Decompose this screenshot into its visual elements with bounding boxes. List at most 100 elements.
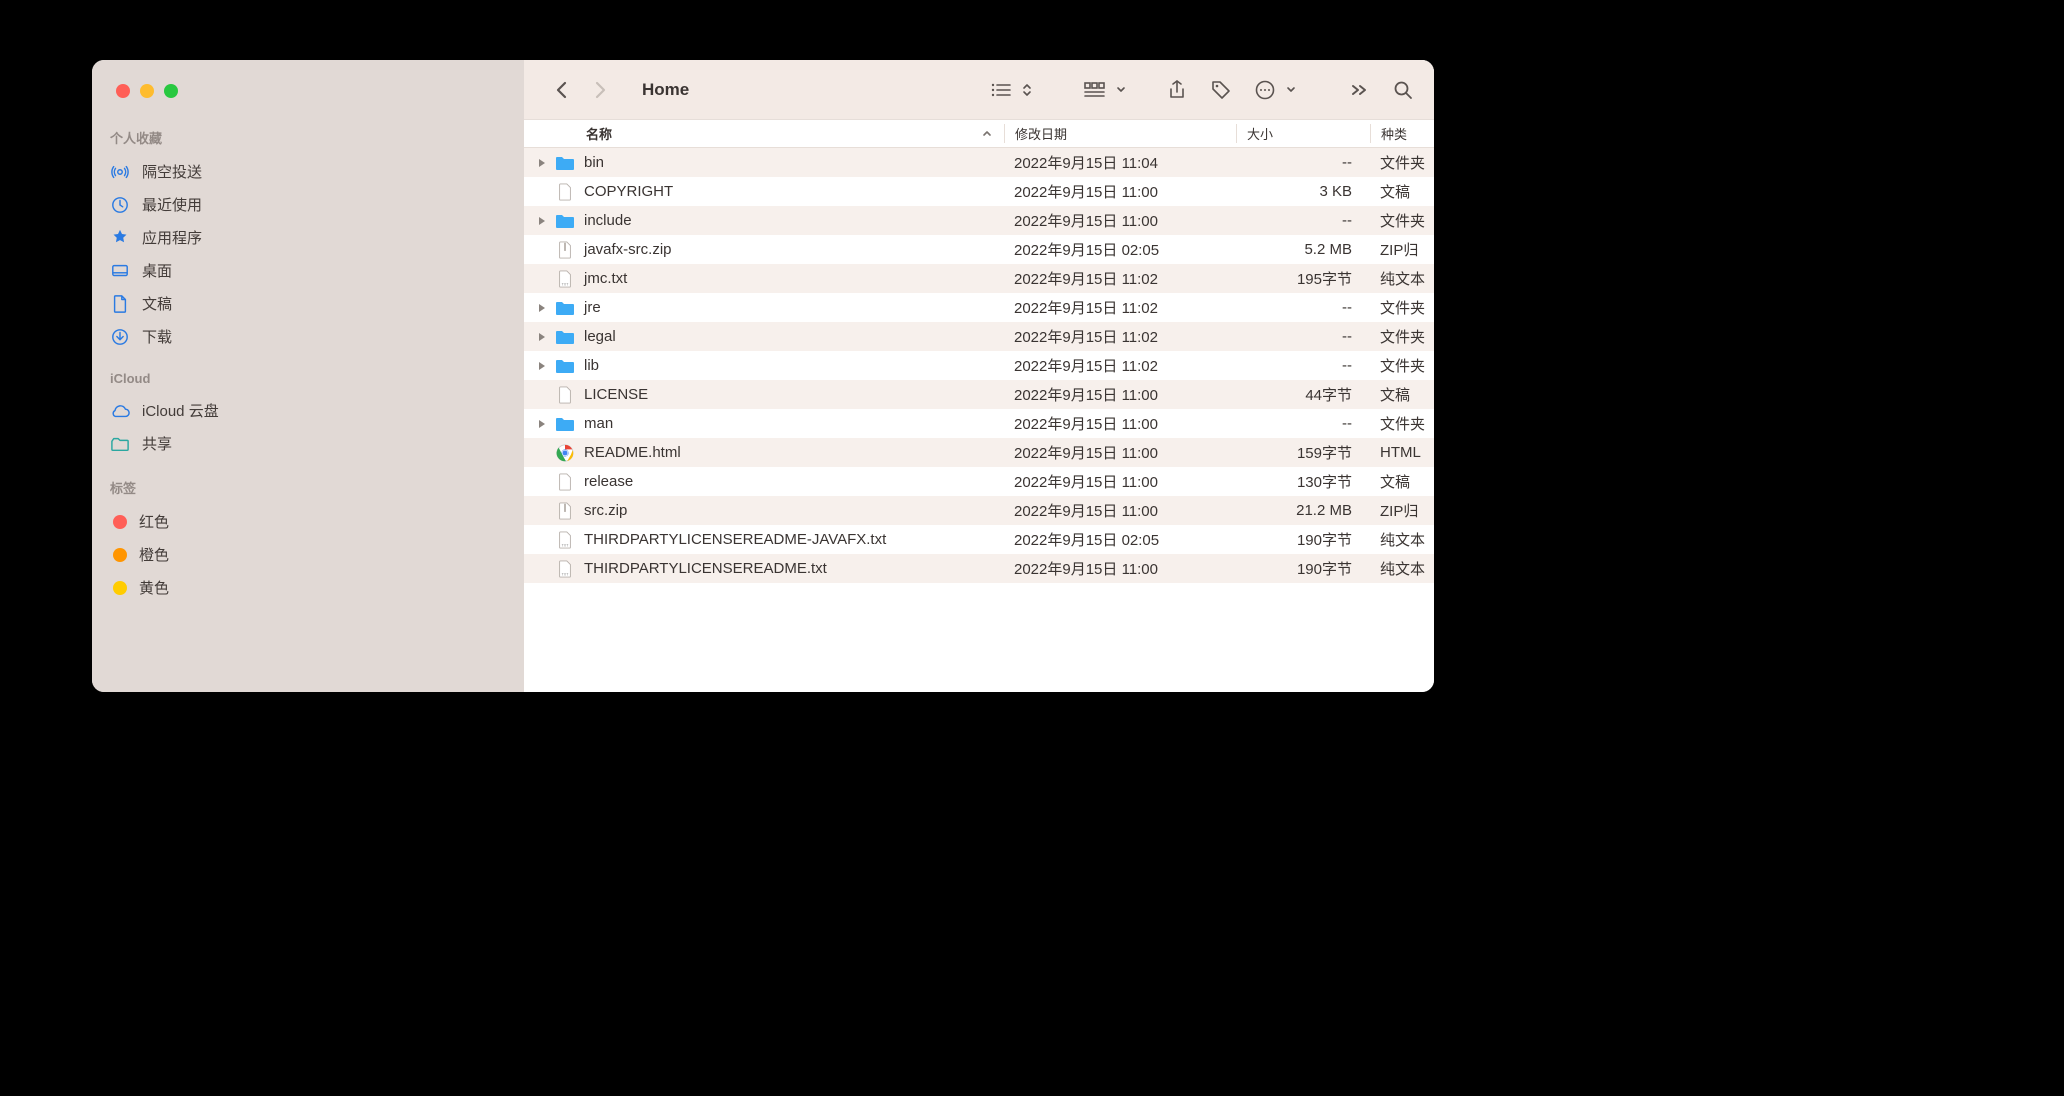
- folder-icon: [554, 355, 576, 377]
- file-row[interactable]: legal2022年9月15日 11:02--文件夹: [524, 322, 1434, 351]
- file-row[interactable]: COPYRIGHT2022年9月15日 11:003 KB文稿: [524, 177, 1434, 206]
- zip-icon: [554, 500, 576, 522]
- ellipsis-circle-icon: [1248, 74, 1282, 106]
- sort-caret-icon: [982, 130, 992, 138]
- disclosure-triangle[interactable]: [524, 419, 546, 429]
- sidebar-item-label: 隔空投送: [142, 161, 202, 182]
- sidebar-item[interactable]: 隔空投送: [92, 155, 524, 188]
- file-row[interactable]: LICENSE2022年9月15日 11:0044字节文稿: [524, 380, 1434, 409]
- file-size: --: [1236, 212, 1370, 229]
- file-row[interactable]: TXTTHIRDPARTYLICENSEREADME-JAVAFX.txt202…: [524, 525, 1434, 554]
- file-date: 2022年9月15日 02:05: [1004, 529, 1236, 550]
- column-kind[interactable]: 种类: [1370, 124, 1434, 143]
- tag-color-dot: [113, 548, 127, 562]
- file-date: 2022年9月15日 11:00: [1004, 181, 1236, 202]
- tag-color-dot: [113, 581, 127, 595]
- sidebar-item-label: 黄色: [139, 577, 169, 598]
- file-date: 2022年9月15日 11:02: [1004, 355, 1236, 376]
- file-row[interactable]: TXTTHIRDPARTYLICENSEREADME.txt2022年9月15日…: [524, 554, 1434, 583]
- file-size: 21.2 MB: [1236, 502, 1370, 519]
- file-name: release: [584, 473, 633, 490]
- file-row[interactable]: README.html2022年9月15日 11:00159字节HTML: [524, 438, 1434, 467]
- file-row[interactable]: release2022年9月15日 11:00130字节文稿: [524, 467, 1434, 496]
- sidebar-item[interactable]: 应用程序: [92, 221, 524, 254]
- file-row[interactable]: javafx-src.zip2022年9月15日 02:055.2 MBZIP归: [524, 235, 1434, 264]
- file-kind: 文件夹: [1370, 413, 1434, 434]
- folder-icon: [554, 413, 576, 435]
- file-date: 2022年9月15日 11:00: [1004, 384, 1236, 405]
- file-kind: 文稿: [1370, 471, 1434, 492]
- zoom-button[interactable]: [164, 84, 178, 98]
- action-menu-button[interactable]: [1248, 74, 1298, 106]
- close-button[interactable]: [116, 84, 130, 98]
- file-row[interactable]: src.zip2022年9月15日 11:0021.2 MBZIP归: [524, 496, 1434, 525]
- file-name: javafx-src.zip: [584, 241, 672, 258]
- forward-button[interactable]: [586, 74, 614, 106]
- disclosure-triangle[interactable]: [524, 303, 546, 313]
- file-size: 44字节: [1236, 384, 1370, 405]
- toolbar: Home: [524, 60, 1434, 120]
- search-button[interactable]: [1386, 74, 1420, 106]
- column-name[interactable]: 名称: [586, 124, 1004, 143]
- window-controls: [92, 84, 524, 98]
- cloud-icon: [110, 401, 130, 421]
- sidebar-item[interactable]: 共享: [92, 427, 524, 460]
- view-mode-selector[interactable]: [984, 74, 1034, 106]
- folder-icon: [554, 297, 576, 319]
- file-name: man: [584, 415, 613, 432]
- disclosure-triangle[interactable]: [524, 158, 546, 168]
- sidebar-item[interactable]: 文稿: [92, 287, 524, 320]
- svg-text:TXT: TXT: [562, 282, 570, 286]
- file-name: LICENSE: [584, 386, 648, 403]
- file-date: 2022年9月15日 11:02: [1004, 297, 1236, 318]
- shared-icon: [110, 434, 130, 454]
- file-kind: 文件夹: [1370, 152, 1434, 173]
- chrome-icon: [554, 442, 576, 464]
- disclosure-triangle[interactable]: [524, 216, 546, 226]
- minimize-button[interactable]: [140, 84, 154, 98]
- file-name: README.html: [584, 444, 681, 461]
- file-date: 2022年9月15日 11:00: [1004, 471, 1236, 492]
- file-row[interactable]: include2022年9月15日 11:00--文件夹: [524, 206, 1434, 235]
- file-date: 2022年9月15日 11:00: [1004, 413, 1236, 434]
- file-kind: 文件夹: [1370, 326, 1434, 347]
- file-date: 2022年9月15日 11:00: [1004, 210, 1236, 231]
- file-kind: 文稿: [1370, 181, 1434, 202]
- file-row[interactable]: TXTjmc.txt2022年9月15日 11:02195字节纯文本: [524, 264, 1434, 293]
- sidebar-item[interactable]: 红色: [92, 505, 524, 538]
- file-kind: 纯文本: [1370, 268, 1434, 289]
- disclosure-triangle[interactable]: [524, 332, 546, 342]
- file-kind: 纯文本: [1370, 558, 1434, 579]
- file-size: --: [1236, 299, 1370, 316]
- sidebar-item[interactable]: 最近使用: [92, 188, 524, 221]
- sidebar-item[interactable]: 橙色: [92, 538, 524, 571]
- file-name: legal: [584, 328, 616, 345]
- txt-icon: TXT: [554, 268, 576, 290]
- sidebar-item[interactable]: iCloud 云盘: [92, 394, 524, 427]
- back-button[interactable]: [548, 74, 576, 106]
- column-date[interactable]: 修改日期: [1004, 124, 1236, 143]
- file-row[interactable]: jre2022年9月15日 11:02--文件夹: [524, 293, 1434, 322]
- sidebar-item[interactable]: 黄色: [92, 571, 524, 604]
- file-row[interactable]: man2022年9月15日 11:00--文件夹: [524, 409, 1434, 438]
- updown-caret-icon: [1020, 74, 1034, 106]
- sidebar-item[interactable]: 下载: [92, 320, 524, 353]
- column-size[interactable]: 大小: [1236, 124, 1370, 143]
- tag-button[interactable]: [1204, 74, 1238, 106]
- airdrop-icon: [110, 162, 130, 182]
- file-row[interactable]: lib2022年9月15日 11:02--文件夹: [524, 351, 1434, 380]
- sidebar-item-label: iCloud 云盘: [142, 400, 219, 421]
- group-by-button[interactable]: [1078, 74, 1128, 106]
- file-size: --: [1236, 357, 1370, 374]
- sidebar-item[interactable]: 桌面: [92, 254, 524, 287]
- file-name: lib: [584, 357, 599, 374]
- share-button[interactable]: [1160, 74, 1194, 106]
- file-kind: ZIP归: [1370, 239, 1434, 260]
- overflow-button[interactable]: [1342, 74, 1376, 106]
- file-row[interactable]: bin2022年9月15日 11:04--文件夹: [524, 148, 1434, 177]
- download-icon: [110, 327, 130, 347]
- file-size: 159字节: [1236, 442, 1370, 463]
- file-size: --: [1236, 328, 1370, 345]
- disclosure-triangle[interactable]: [524, 361, 546, 371]
- sidebar-item-label: 橙色: [139, 544, 169, 565]
